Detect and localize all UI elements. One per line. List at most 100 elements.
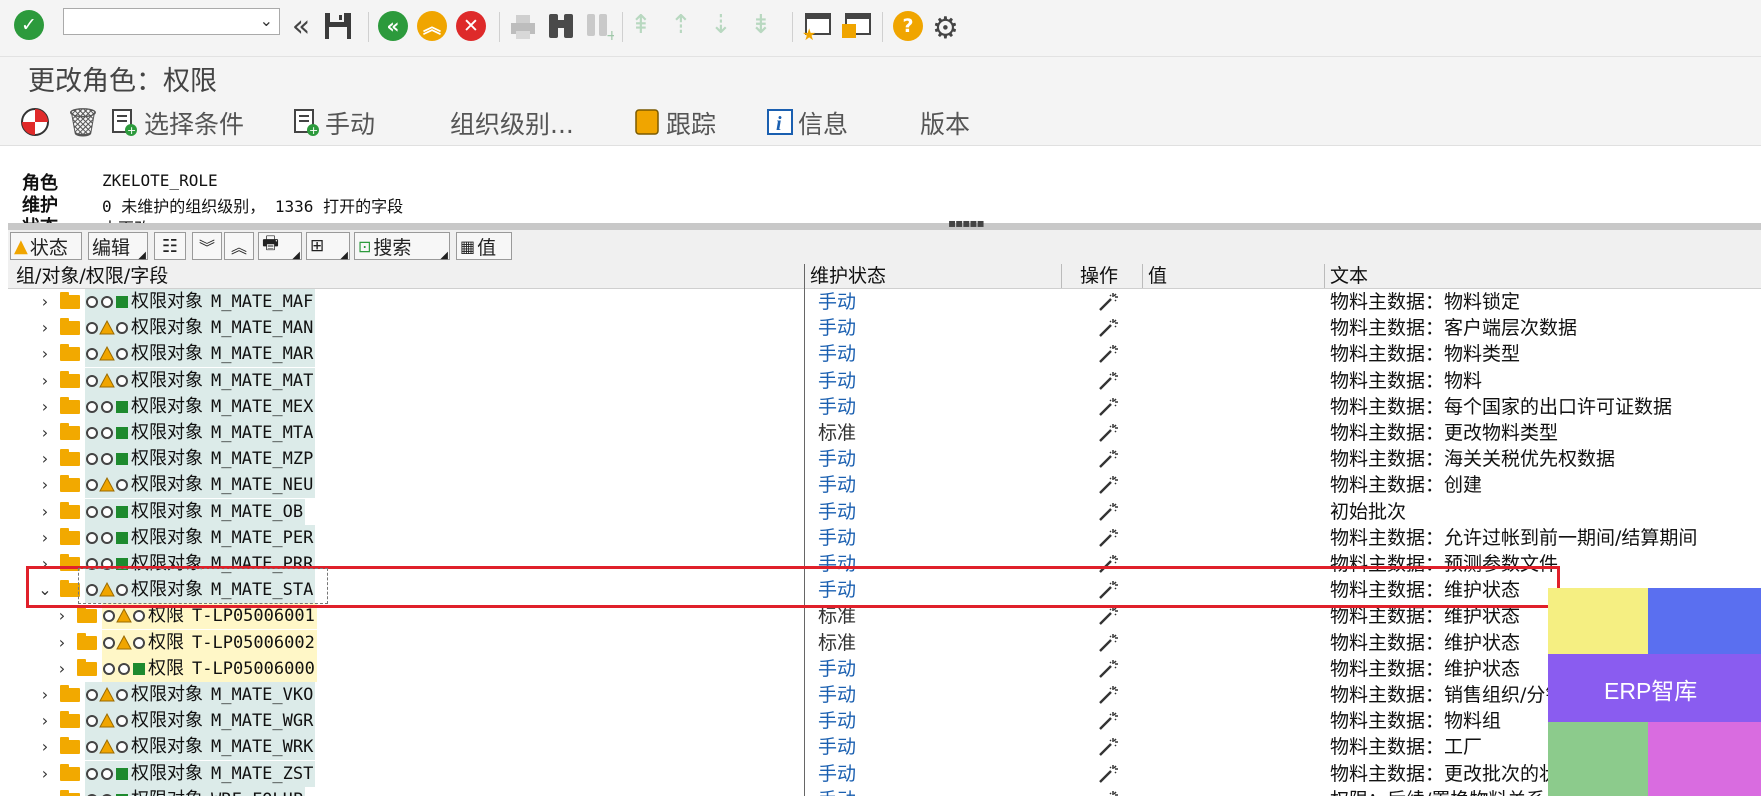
maint-status[interactable]: 手动	[818, 708, 856, 734]
chevron-right-icon[interactable]: ›	[38, 423, 52, 442]
magic-wand-icon[interactable]	[1098, 685, 1118, 705]
tree-row[interactable]: › 权限 T-LP05006000 手动 物料主数据：维护状态	[8, 655, 1761, 682]
magic-wand-icon[interactable]	[1098, 659, 1118, 679]
maint-status[interactable]: 手动	[818, 656, 856, 682]
print-button[interactable]: 🖶 ◢	[258, 232, 302, 261]
value-button[interactable]: ▦ 值	[456, 232, 512, 260]
status-button[interactable]: ▲ 状态	[10, 232, 82, 260]
chevron-right-icon[interactable]: ›	[38, 344, 52, 363]
command-field[interactable]: ⌄	[63, 8, 280, 35]
print-icon[interactable]	[508, 12, 538, 42]
magic-wand-icon[interactable]	[1098, 449, 1118, 469]
magic-wand-icon[interactable]	[1098, 711, 1118, 731]
maint-status[interactable]: 手动	[818, 787, 856, 796]
tree-node-label[interactable]: 权限对象 M_MATE_MZP	[131, 446, 316, 473]
maint-status[interactable]: 手动	[818, 341, 856, 367]
magic-wand-icon[interactable]	[1098, 371, 1118, 391]
maint-status[interactable]: 手动	[818, 761, 856, 787]
settings-icon[interactable]: ⚙	[932, 11, 959, 46]
magic-wand-icon[interactable]	[1098, 344, 1118, 364]
pie-chart-icon[interactable]	[20, 107, 50, 137]
tree-row[interactable]: › 权限对象 M_MATE_MZP 手动 物料主数据：海关关税优先权数据	[8, 446, 1761, 473]
tree-node-label[interactable]: 权限对象 M_MATE_MAF	[131, 289, 316, 315]
magic-wand-icon[interactable]	[1098, 606, 1118, 626]
tree-node-label[interactable]: 权限对象 M_MATE_OB	[131, 498, 306, 525]
magic-wand-icon[interactable]	[1098, 528, 1118, 548]
hierarchy-button[interactable]: ☷	[154, 232, 186, 260]
tree-node-label[interactable]: 权限对象 M_MATE_MAT	[131, 367, 316, 394]
maint-status[interactable]: 手动	[818, 394, 856, 420]
tree-node-label[interactable]: 权限对象 M_MATE_WRK	[131, 734, 316, 761]
tree-node-label[interactable]: 权限对象 M_MATE_MTA	[131, 420, 316, 446]
tree-node-label[interactable]: 权限对象 M_MATE_ZST	[131, 760, 316, 787]
tree-node-label[interactable]: 权限对象 M_MATE_MAR	[131, 341, 316, 368]
search-button[interactable]: ⊡ 搜索 ◢	[354, 232, 450, 261]
tree-row[interactable]: › 权限对象 M_MATE_NEU 手动 物料主数据：创建	[8, 472, 1761, 499]
magic-wand-icon[interactable]	[1098, 475, 1118, 495]
org-levels-button[interactable]: 组织级别...	[450, 105, 574, 141]
maint-status[interactable]: 手动	[818, 734, 856, 760]
chevron-right-icon[interactable]: ›	[38, 318, 52, 337]
filter-button[interactable]: ⊞ ◢	[306, 232, 350, 261]
tree-node-label[interactable]: 权限对象 M_MATE_WGR	[131, 708, 316, 735]
tree-node-label[interactable]: 权限对象 M_MATE_MEX	[131, 393, 316, 420]
enter-icon[interactable]: ✓	[14, 10, 44, 40]
chevron-right-icon[interactable]: ›	[38, 502, 52, 521]
maint-status[interactable]: 手动	[818, 446, 856, 472]
maint-status[interactable]: 标准	[818, 630, 856, 656]
delete-icon[interactable]: 🗑	[65, 106, 101, 139]
maint-status[interactable]: 手动	[818, 682, 856, 708]
edit-button[interactable]: 编辑 ◢	[88, 232, 148, 261]
magic-wand-icon[interactable]	[1098, 292, 1118, 312]
tree-node-label[interactable]: 权限对象 M_MATE_PER	[131, 524, 316, 551]
tree-row[interactable]: › 权限对象 M_MATE_MAR 手动 物料主数据：物料类型	[8, 341, 1761, 368]
tree-row[interactable]: › 权限对象 M_MATE_MAT 手动 物料主数据：物料	[8, 367, 1761, 394]
chevron-right-icon[interactable]: ›	[38, 528, 52, 547]
info-icon[interactable]: i	[766, 108, 794, 136]
back-icon[interactable]: «	[378, 11, 408, 41]
magic-wand-icon[interactable]	[1098, 764, 1118, 784]
tree-row[interactable]: › 权限对象 M_MATE_VKO 手动 物料主数据：销售组织/分销渠道	[8, 682, 1761, 708]
magic-wand-icon[interactable]	[1098, 423, 1118, 443]
maint-status[interactable]: 手动	[818, 315, 856, 341]
last-page-icon[interactable]: ⇟	[750, 10, 772, 40]
exit-icon[interactable]: ︽	[417, 11, 447, 41]
tree-row[interactable]: › 权限对象 M_MATE_MAN 手动 物料主数据：客户端层次数据	[8, 315, 1761, 342]
magic-wand-icon[interactable]	[1098, 633, 1118, 653]
maint-status[interactable]: 手动	[818, 525, 856, 551]
tree-node-label[interactable]: 权限 T-LP05006002	[148, 629, 317, 656]
chevron-right-icon[interactable]: ›	[38, 397, 52, 416]
selection-criteria-button[interactable]: 选择条件	[144, 105, 244, 141]
maint-status[interactable]: 手动	[818, 289, 856, 315]
manual-button[interactable]: 手动	[325, 105, 375, 141]
tree-row[interactable]: › 权限对象 M_MATE_ZST 手动 物料主数据：更改批次的状态	[8, 760, 1761, 787]
maint-status[interactable]: 手动	[818, 472, 856, 498]
trace-button[interactable]: 跟踪	[666, 105, 716, 141]
chevron-right-icon[interactable]: ›	[55, 633, 69, 652]
first-page-icon[interactable]: ⇞	[630, 10, 652, 40]
chevron-right-icon[interactable]: ›	[38, 737, 52, 756]
chevron-right-icon[interactable]: ›	[55, 606, 69, 625]
new-session-icon[interactable]: ★	[800, 10, 832, 42]
magic-wand-icon[interactable]	[1098, 397, 1118, 417]
column-text[interactable]: 文本	[1330, 264, 1368, 288]
maint-status[interactable]: 手动	[818, 499, 856, 525]
info-button[interactable]: 信息	[798, 105, 848, 141]
column-tree[interactable]: 组/对象/权限/字段	[16, 264, 168, 288]
maint-status[interactable]: 标准	[818, 420, 856, 446]
trace-icon[interactable]	[634, 108, 660, 136]
magic-wand-icon[interactable]	[1098, 318, 1118, 338]
next-page-icon[interactable]: ⇣	[710, 10, 732, 40]
cancel-icon[interactable]: ✕	[456, 11, 486, 41]
maint-status[interactable]: 手动	[818, 368, 856, 394]
find-next-icon[interactable]: +	[584, 10, 614, 42]
chevron-right-icon[interactable]: ›	[38, 449, 52, 468]
tree-row[interactable]: › 权限 T-LP05006002 标准 物料主数据：维护状态	[8, 629, 1761, 656]
version-button[interactable]: 版本	[920, 105, 970, 141]
tree-node-label[interactable]: 权限对象 WRF_FOLUP	[131, 786, 306, 796]
column-maint-status[interactable]: 维护状态	[810, 264, 886, 288]
chevron-right-icon[interactable]: ›	[38, 292, 52, 311]
column-value[interactable]: 值	[1148, 264, 1167, 288]
tree-row[interactable]: › 权限对象 M_MATE_MTA 标准 物料主数据：更改物料类型	[8, 420, 1761, 446]
tree-node-label[interactable]: 权限对象 M_MATE_MAN	[131, 315, 316, 342]
